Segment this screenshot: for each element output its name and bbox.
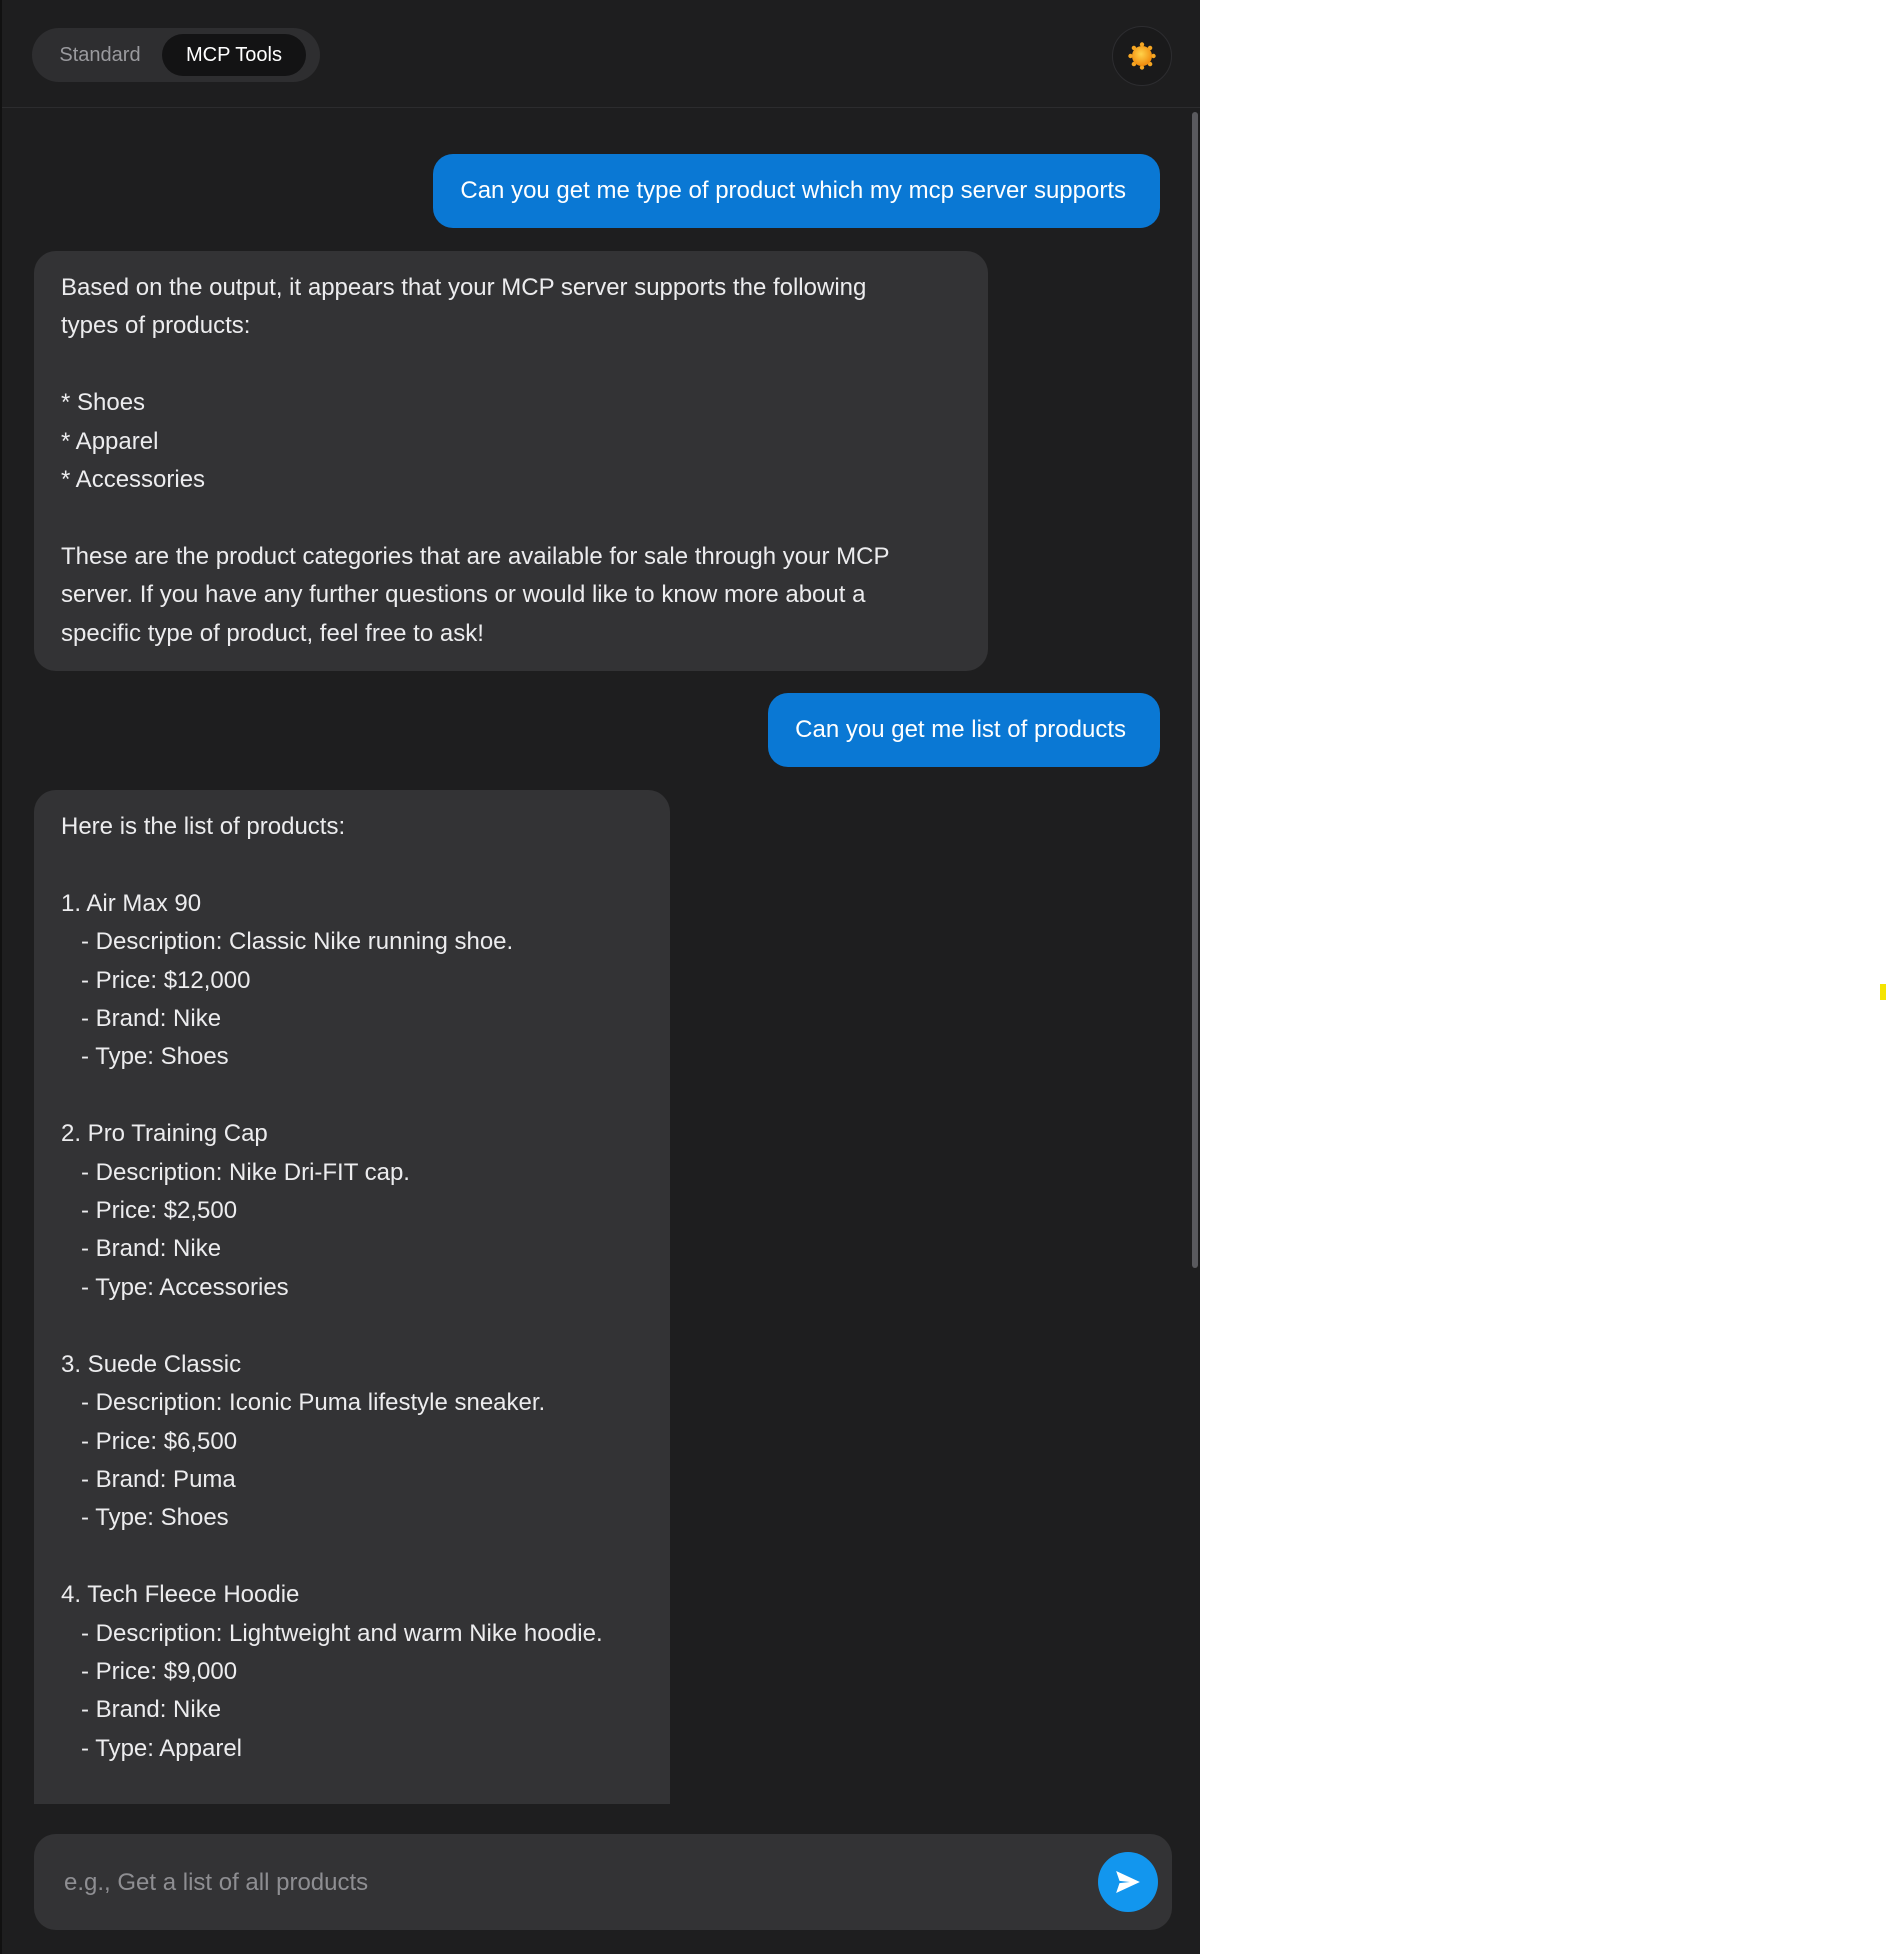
message-composer bbox=[34, 1834, 1172, 1930]
message-input[interactable] bbox=[62, 1858, 1066, 1908]
tab-standard[interactable]: Standard bbox=[38, 34, 162, 76]
assistant-message: Based on the output, it appears that you… bbox=[34, 251, 988, 671]
theme-toggle-button[interactable] bbox=[1112, 26, 1172, 86]
sun-icon bbox=[1128, 42, 1156, 70]
chat-app: Standard MCP Tools Can you get me type o… bbox=[0, 0, 1200, 1954]
scrollbar-thumb[interactable] bbox=[1192, 112, 1198, 1268]
user-message: Can you get me list of products bbox=[768, 693, 1160, 767]
send-button[interactable] bbox=[1098, 1852, 1158, 1912]
tab-mcp-tools[interactable]: MCP Tools bbox=[162, 34, 306, 76]
assistant-message: Here is the list of products: 1. Air Max… bbox=[34, 790, 670, 1804]
message-list[interactable]: Can you get me type of product which my … bbox=[2, 108, 1200, 1804]
cursor-marker bbox=[1880, 984, 1886, 1000]
send-icon bbox=[1116, 1871, 1140, 1893]
top-bar: Standard MCP Tools bbox=[2, 0, 1200, 108]
mode-toggle: Standard MCP Tools bbox=[32, 28, 320, 82]
user-message: Can you get me type of product which my … bbox=[433, 154, 1160, 228]
